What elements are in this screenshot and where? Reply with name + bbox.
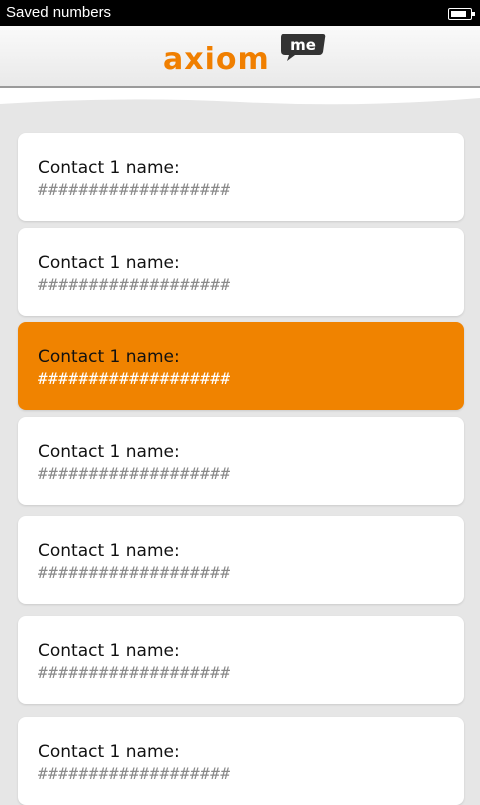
contact-name-label: Contact 1 name:	[38, 158, 180, 178]
contact-name-label: Contact 1 name:	[38, 541, 180, 561]
contact-name-label: Contact 1 name:	[38, 742, 180, 762]
contact-number: ###################	[38, 275, 231, 294]
contact-item[interactable]: Contact 1 name: ###################	[18, 516, 464, 604]
header-wave	[0, 88, 480, 105]
contact-name-label: Contact 1 name:	[38, 641, 180, 661]
contact-item[interactable]: Contact 1 name: ###################	[18, 228, 464, 316]
speech-bubble-icon: me	[281, 34, 326, 61]
axiom-me-logo: axiom me	[163, 34, 333, 80]
contact-number: ###################	[38, 663, 231, 682]
contact-item[interactable]: Contact 1 name: ###################	[18, 616, 464, 704]
screen-title: Saved numbers	[6, 4, 112, 21]
contact-number: ###################	[38, 764, 231, 783]
logo-badge: me	[290, 36, 316, 54]
battery-icon	[448, 8, 475, 20]
app-header: axiom me	[0, 26, 480, 88]
contact-name-label: Contact 1 name:	[38, 442, 180, 462]
contact-number: ###################	[38, 180, 231, 199]
contact-name-label: Contact 1 name:	[38, 347, 180, 367]
contact-number: ###################	[38, 563, 231, 582]
contact-item[interactable]: Contact 1 name: ###################	[18, 417, 464, 505]
contact-name-label: Contact 1 name:	[38, 253, 180, 273]
status-bar: Saved numbers	[0, 0, 480, 26]
logo-text: axiom	[163, 42, 270, 77]
contact-number: ###################	[38, 464, 231, 483]
contact-item[interactable]: Contact 1 name: ###################	[18, 133, 464, 221]
contacts-panel[interactable]: Contact 1 name: ################### Contac…	[0, 88, 480, 805]
contact-number: ###################	[38, 369, 231, 388]
contact-item[interactable]: Contact 1 name: ###################	[18, 322, 464, 410]
contact-item[interactable]: Contact 1 name: ###################	[18, 717, 464, 805]
